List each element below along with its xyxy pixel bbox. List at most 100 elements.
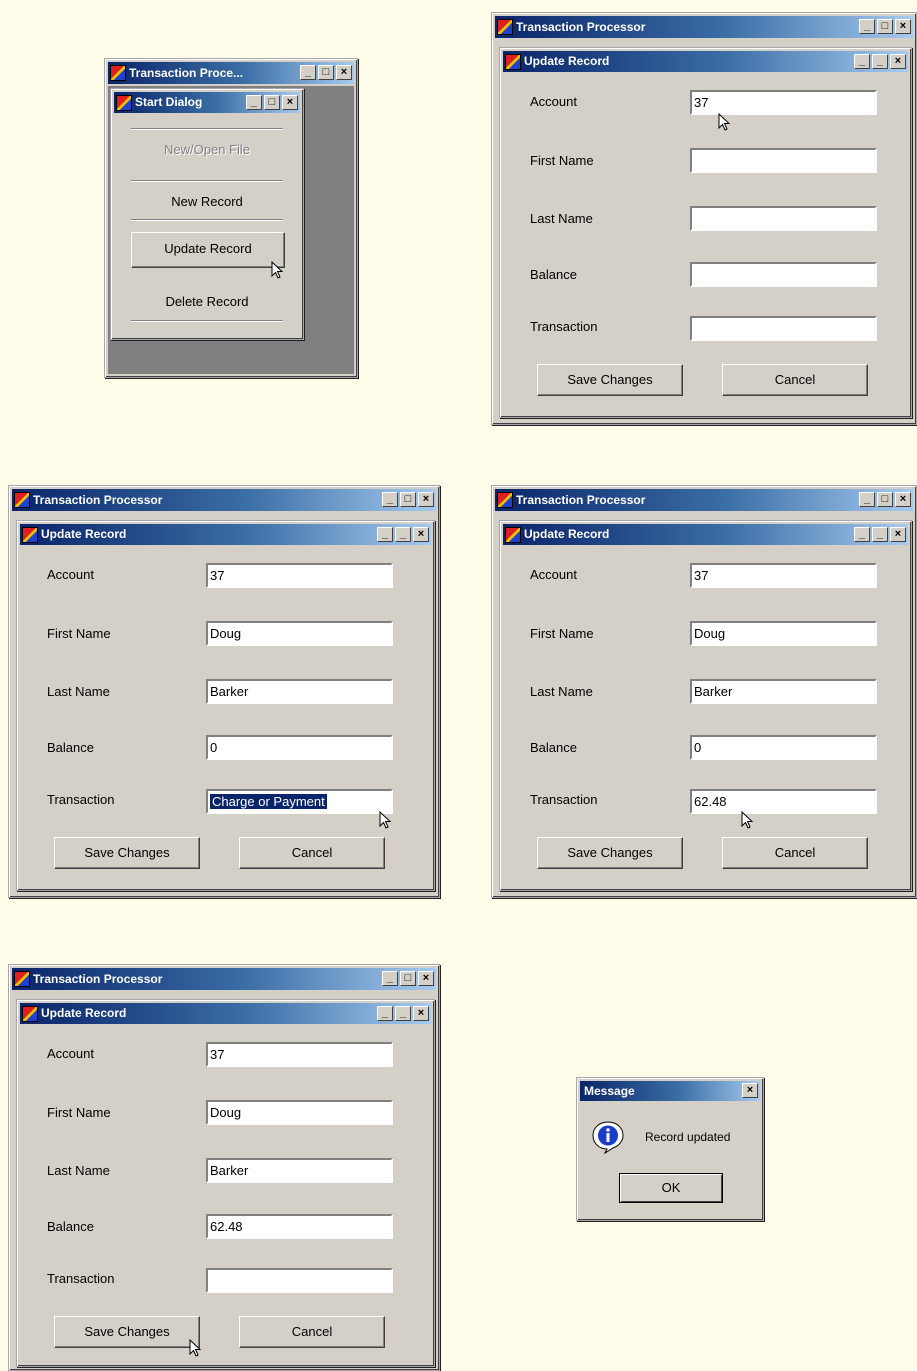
transaction-label: Transaction <box>530 792 598 807</box>
update-record-titlebar[interactable]: Update Record _ _ × <box>20 1003 431 1024</box>
close-button[interactable]: × <box>282 95 298 110</box>
last-name-field[interactable]: Barker <box>690 679 877 704</box>
balance-field[interactable]: 0 <box>690 735 877 760</box>
first-name-label: First Name <box>47 626 111 641</box>
account-field[interactable]: 37 <box>690 90 877 115</box>
app-icon <box>505 54 521 70</box>
first-name-field[interactable]: Doug <box>690 621 877 646</box>
last-name-field[interactable]: Barker <box>206 1158 393 1183</box>
close-button[interactable]: × <box>336 65 352 80</box>
balance-label: Balance <box>530 267 577 282</box>
maximize-button[interactable]: □ <box>877 492 893 507</box>
close-button[interactable]: × <box>895 19 911 34</box>
maximize-button[interactable]: □ <box>877 19 893 34</box>
first-name-field[interactable]: Doug <box>206 621 393 646</box>
transaction-selected-text: Charge or Payment <box>210 794 327 809</box>
transaction-label: Transaction <box>47 1271 115 1286</box>
first-name-field[interactable]: Doug <box>206 1100 393 1125</box>
update-record-title: Update Record <box>41 1006 127 1020</box>
message-titlebar[interactable]: Message × <box>580 1081 760 1101</box>
update-record-titlebar[interactable]: Update Record _ _ × <box>503 524 908 545</box>
account-field[interactable]: 37 <box>206 1042 393 1067</box>
balance-field[interactable]: 62.48 <box>206 1214 393 1239</box>
close-button[interactable]: × <box>890 54 906 69</box>
close-button[interactable]: × <box>890 527 906 542</box>
update-record-window: Update Record _ _ × Account 37 First Nam… <box>499 47 912 418</box>
save-changes-button[interactable]: Save Changes <box>54 837 200 869</box>
close-button[interactable]: × <box>418 971 434 986</box>
update-record-titlebar[interactable]: Update Record _ _ × <box>503 51 908 72</box>
minimize-button[interactable]: _ <box>859 492 875 507</box>
app-icon <box>497 19 513 35</box>
window-title: Transaction Processor <box>516 493 646 507</box>
cancel-button[interactable]: Cancel <box>239 837 385 869</box>
maximize-button[interactable]: □ <box>400 971 416 986</box>
minimize-button[interactable]: _ <box>246 95 262 110</box>
message-text: Record updated <box>645 1130 731 1144</box>
update-record-title: Update Record <box>524 54 610 68</box>
transaction-field[interactable]: Charge or Payment <box>206 789 393 814</box>
close-button[interactable]: × <box>895 492 911 507</box>
minimize-button[interactable]: _ <box>377 527 393 542</box>
account-label: Account <box>530 94 577 109</box>
transaction-field[interactable] <box>690 316 877 341</box>
maximize-button[interactable]: _ <box>395 1006 411 1021</box>
app-icon <box>505 527 521 543</box>
menu-update-record[interactable]: Update Record <box>131 232 285 268</box>
close-button[interactable]: × <box>418 492 434 507</box>
balance-field[interactable] <box>690 262 877 287</box>
ok-button[interactable]: OK <box>619 1173 723 1203</box>
update-panel-3: Transaction Processor _ □ × Update Recor… <box>491 485 917 898</box>
window-title: Transaction Processor <box>33 493 163 507</box>
parent-titlebar[interactable]: Transaction Processor _ □ × <box>495 16 913 38</box>
minimize-button[interactable]: _ <box>300 65 316 80</box>
minimize-button[interactable]: _ <box>382 492 398 507</box>
transaction-field[interactable]: 62.48 <box>690 789 877 814</box>
account-field[interactable]: 37 <box>206 563 393 588</box>
parent-titlebar[interactable]: Transaction Proce... _ □ × <box>108 62 354 84</box>
account-field[interactable]: 37 <box>690 563 877 588</box>
last-name-field[interactable] <box>690 206 877 231</box>
parent-titlebar[interactable]: Transaction Processor _ □ × <box>12 489 436 511</box>
info-icon <box>592 1121 624 1154</box>
close-button[interactable]: × <box>413 1006 429 1021</box>
minimize-button[interactable]: _ <box>382 971 398 986</box>
update-panel-1: Transaction Processor _ □ × Update Recor… <box>491 12 917 425</box>
start-dialog-window: Start Dialog _ □ × New/Open File New Rec… <box>110 88 304 340</box>
maximize-button[interactable]: _ <box>872 527 888 542</box>
minimize-button[interactable]: _ <box>854 527 870 542</box>
minimize-button[interactable]: _ <box>859 19 875 34</box>
balance-field[interactable]: 0 <box>206 735 393 760</box>
maximize-button[interactable]: _ <box>395 527 411 542</box>
minimize-button[interactable]: _ <box>854 54 870 69</box>
close-button[interactable]: × <box>742 1083 758 1098</box>
menu-delete-record[interactable]: Delete Record <box>131 287 283 317</box>
update-record-titlebar[interactable]: Update Record _ _ × <box>20 524 431 545</box>
maximize-button[interactable]: □ <box>318 65 334 80</box>
start-dialog-parent-window: Transaction Proce... _ □ × Start Dialog … <box>104 58 358 378</box>
menu-new-open-file[interactable]: New/Open File <box>131 135 283 165</box>
save-changes-button[interactable]: Save Changes <box>537 364 683 396</box>
last-name-label: Last Name <box>530 211 593 226</box>
cancel-button[interactable]: Cancel <box>239 1316 385 1348</box>
mouse-pointer-icon <box>189 1339 202 1357</box>
cancel-button[interactable]: Cancel <box>722 837 868 869</box>
save-changes-button[interactable]: Save Changes <box>54 1316 200 1348</box>
parent-titlebar[interactable]: Transaction Processor _ □ × <box>495 489 913 511</box>
save-changes-button[interactable]: Save Changes <box>537 837 683 869</box>
transaction-label: Transaction <box>530 319 598 334</box>
last-name-field[interactable]: Barker <box>206 679 393 704</box>
maximize-button[interactable]: □ <box>264 95 280 110</box>
parent-titlebar[interactable]: Transaction Processor _ □ × <box>12 968 436 990</box>
cancel-button[interactable]: Cancel <box>722 364 868 396</box>
menu-new-record[interactable]: New Record <box>131 187 283 217</box>
update-panel-4: Transaction Processor _ □ × Update Recor… <box>8 964 440 1371</box>
maximize-button[interactable]: _ <box>872 54 888 69</box>
maximize-button[interactable]: □ <box>400 492 416 507</box>
first-name-field[interactable] <box>690 148 877 173</box>
minimize-button[interactable]: _ <box>377 1006 393 1021</box>
transaction-field[interactable] <box>206 1268 393 1293</box>
app-icon <box>497 492 513 508</box>
close-button[interactable]: × <box>413 527 429 542</box>
start-dialog-titlebar[interactable]: Start Dialog _ □ × <box>114 92 300 113</box>
